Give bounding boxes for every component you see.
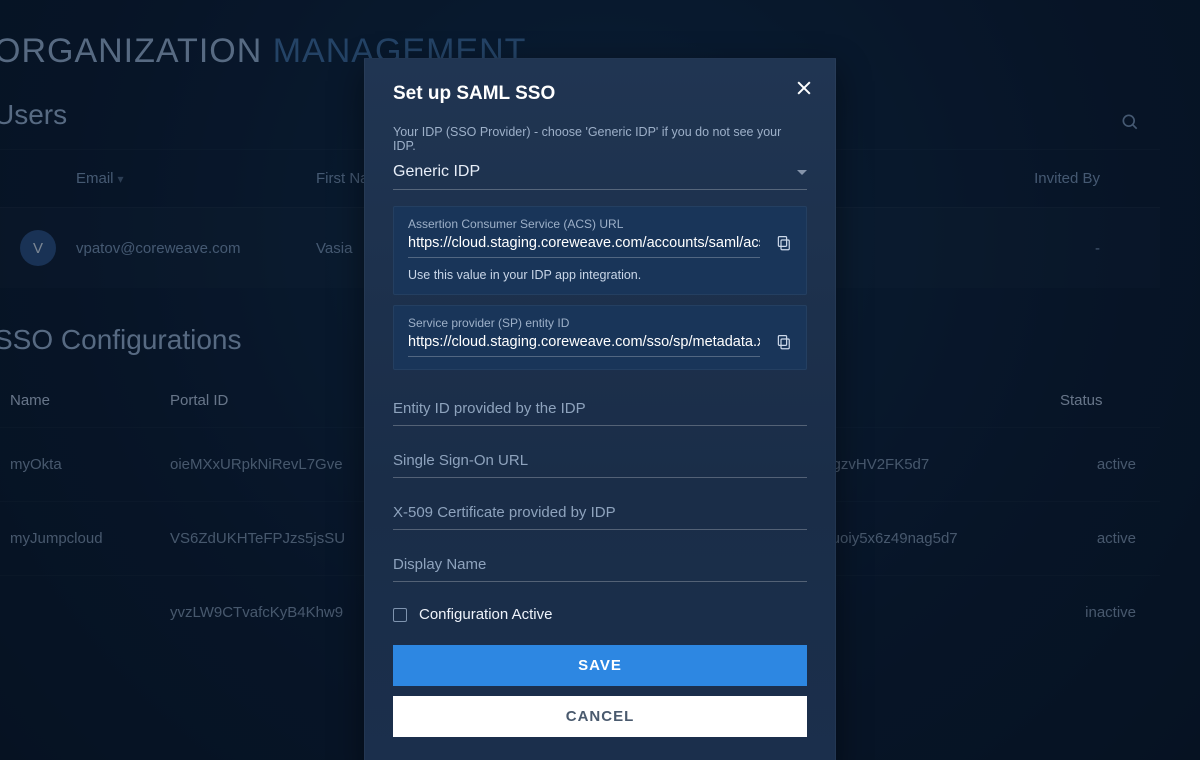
sp-entity-box: Service provider (SP) entity ID https://… <box>393 305 807 370</box>
idp-select[interactable]: Generic IDP <box>393 161 807 190</box>
entity-id-input[interactable] <box>393 388 807 426</box>
saml-sso-modal: Set up SAML SSO Your IDP (SSO Provider) … <box>364 58 836 760</box>
close-button[interactable] <box>791 75 817 101</box>
copy-icon <box>775 333 793 351</box>
display-name-input[interactable] <box>393 544 807 582</box>
sso-url-input[interactable] <box>393 440 807 478</box>
config-active-checkbox[interactable] <box>393 608 407 622</box>
idp-selected-value: Generic IDP <box>393 163 480 181</box>
chevron-down-icon <box>797 170 807 175</box>
idp-hint: Your IDP (SSO Provider) - choose 'Generi… <box>393 125 807 153</box>
modal-title: Set up SAML SSO <box>393 83 807 105</box>
acs-url-box: Assertion Consumer Service (ACS) URL htt… <box>393 206 807 295</box>
copy-sp-button[interactable] <box>772 330 796 354</box>
acs-label: Assertion Consumer Service (ACS) URL <box>408 217 760 231</box>
config-active-label: Configuration Active <box>419 606 552 623</box>
config-active-row[interactable]: Configuration Active <box>393 606 807 623</box>
sp-value: https://cloud.staging.coreweave.com/sso/… <box>408 334 760 357</box>
close-icon <box>794 78 814 98</box>
modal-overlay: Set up SAML SSO Your IDP (SSO Provider) … <box>0 0 1200 760</box>
x509-input[interactable] <box>393 492 807 530</box>
acs-value: https://cloud.staging.coreweave.com/acco… <box>408 235 760 258</box>
cancel-button[interactable]: CANCEL <box>393 696 807 737</box>
acs-hint: Use this value in your IDP app integrati… <box>408 268 760 282</box>
copy-acs-button[interactable] <box>772 231 796 255</box>
copy-icon <box>775 234 793 252</box>
sp-label: Service provider (SP) entity ID <box>408 316 760 330</box>
save-button[interactable]: SAVE <box>393 645 807 686</box>
